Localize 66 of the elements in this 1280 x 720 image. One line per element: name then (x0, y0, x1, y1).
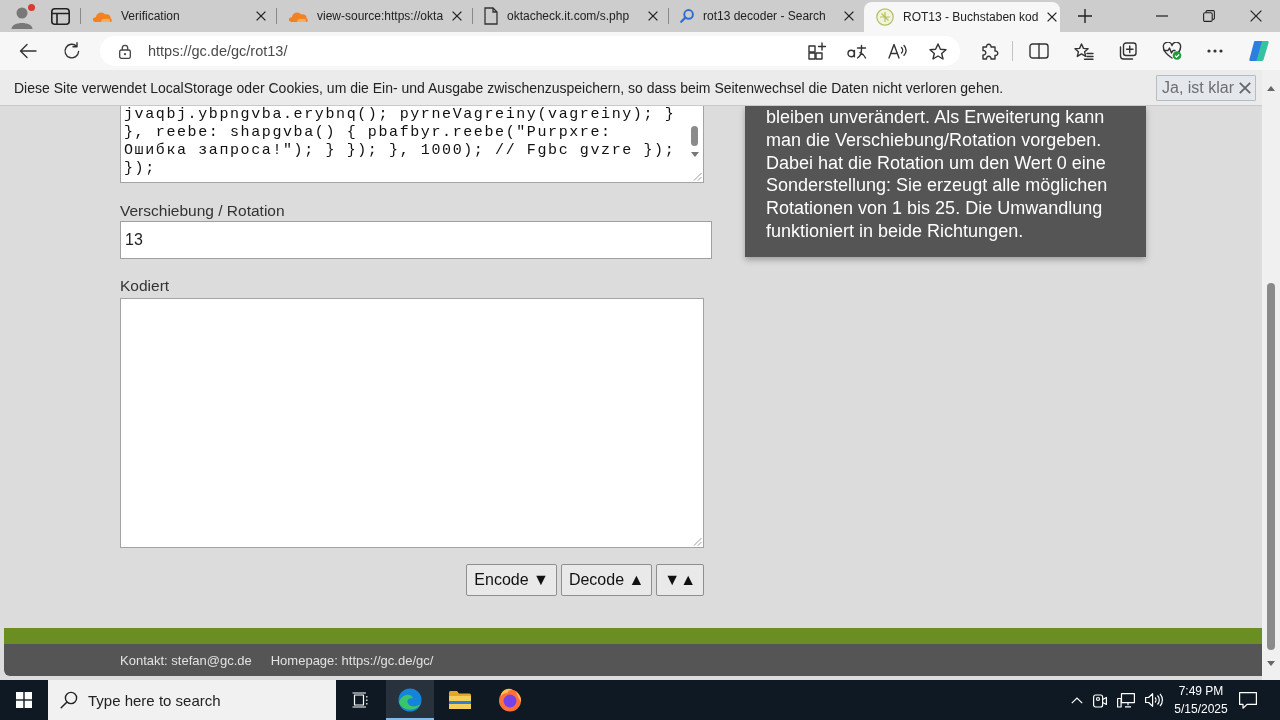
chevron-up-icon[interactable] (1071, 696, 1083, 704)
encode-button[interactable]: Encode ▼ (466, 564, 557, 596)
browser-tab[interactable]: ROT13 - Buchstaben kod (864, 2, 1060, 32)
restore-icon[interactable] (1203, 10, 1215, 22)
address-field[interactable]: https://gc.de/gc/rot13/ (100, 36, 960, 66)
translate-icon[interactable] (847, 43, 867, 59)
field-label: Kodiert (120, 276, 170, 296)
info-text: bleiben unverändert. Als Erweiterung kann man die Verschiebung/Rotation vorgeben. Dabei hat die Rotation um den Wert 0 eine Sonderstellung: Sie erzeugt alle möglichen Rotationen von 1 bis 25. Die Umwandlung funktioniert in beide Richtungen. (766, 106, 1109, 243)
close-icon[interactable] (648, 11, 658, 21)
scroll-down-arrow-icon[interactable] (691, 152, 699, 157)
resize-grip-icon[interactable] (693, 172, 702, 181)
contact-text: Kontakt: stefan@gc.de (120, 652, 252, 668)
reload-icon[interactable] (63, 42, 81, 60)
speaker-icon[interactable] (1145, 693, 1163, 707)
cloud-icon (288, 10, 308, 22)
swirl-browser-icon (398, 688, 422, 712)
back-arrow-icon[interactable] (19, 43, 37, 59)
source-textarea[interactable]: jvaqbj.ybpngvba.erybnq(); pyrneVagreiny(vagreiny); } }, reebe: shapgvba() { pbafbyr.reebe("Purpxre: Ошибка запроса!"); } }); }, 1000); // Fgbc gvzre }); }); (120, 106, 704, 183)
close-icon[interactable] (1047, 12, 1058, 22)
scrollbar-thumb[interactable] (1267, 283, 1275, 650)
close-icon[interactable] (1250, 10, 1262, 22)
homepage-text: Homepage: https://gc.de/gc/ (270, 652, 434, 668)
clock-date: 5/15/2025 (1174, 701, 1228, 718)
profile-icon[interactable] (10, 3, 36, 29)
gradient-logo-icon[interactable] (1248, 40, 1270, 62)
field-label: Verschiebung / Rotation (120, 201, 285, 221)
network-icon[interactable] (1117, 692, 1135, 708)
close-icon[interactable] (256, 11, 266, 21)
taskbar-search-field[interactable]: Type here to search (48, 680, 336, 720)
read-aloud-icon[interactable] (888, 43, 908, 59)
search-icon (680, 9, 694, 23)
windows-logo-icon[interactable] (16, 692, 32, 708)
more-dots-icon[interactable] (1207, 49, 1223, 53)
round-logo-icon (876, 8, 894, 26)
star-icon[interactable] (929, 42, 947, 60)
cookie-text: Diese Site verwendet LocalStorage oder Cookies, um die Ein- und Ausgabe zwischenzuspeichern, so dass beim Seitenwechsel die Daten nicht verloren gehen. (14, 79, 1004, 96)
close-icon[interactable] (452, 11, 463, 21)
new-tab-plus-icon[interactable] (1078, 9, 1092, 23)
taskbar-app-button[interactable] (386, 680, 434, 720)
scroll-up-arrow-icon[interactable] (1267, 86, 1275, 91)
puzzle-icon[interactable] (981, 42, 999, 60)
folder-icon (448, 690, 472, 710)
video-camera-icon[interactable] (1093, 692, 1107, 708)
collections-icon[interactable] (1119, 42, 1137, 60)
lock-icon (119, 43, 131, 59)
close-icon[interactable] (844, 11, 854, 21)
favorites-list-icon[interactable] (1074, 42, 1094, 60)
decode-button[interactable]: Decode ▲ (560, 564, 653, 596)
rotation-input[interactable]: 13 (120, 221, 712, 259)
scrollbar-thumb[interactable] (691, 126, 698, 146)
document-icon (484, 7, 498, 25)
split-screen-icon[interactable] (1029, 43, 1049, 59)
swap-button[interactable]: ▼▲ (656, 564, 704, 596)
app-grid-plus-icon[interactable] (808, 42, 826, 60)
fox-globe-icon (498, 688, 522, 712)
clock-time: 7:49 PM (1178, 683, 1224, 700)
cloud-icon (92, 10, 112, 22)
tab-actions-icon[interactable] (51, 7, 70, 25)
task-view-icon[interactable] (352, 692, 368, 708)
search-icon (60, 691, 78, 709)
cookie-accept-button[interactable]: Ja, ist klar (1156, 74, 1256, 101)
heart-pulse-icon[interactable] (1162, 42, 1182, 60)
notification-icon[interactable] (1239, 691, 1257, 709)
resize-grip-icon[interactable] (693, 537, 702, 546)
close-icon (1239, 81, 1251, 94)
scroll-down-arrow-icon[interactable] (1267, 661, 1275, 666)
